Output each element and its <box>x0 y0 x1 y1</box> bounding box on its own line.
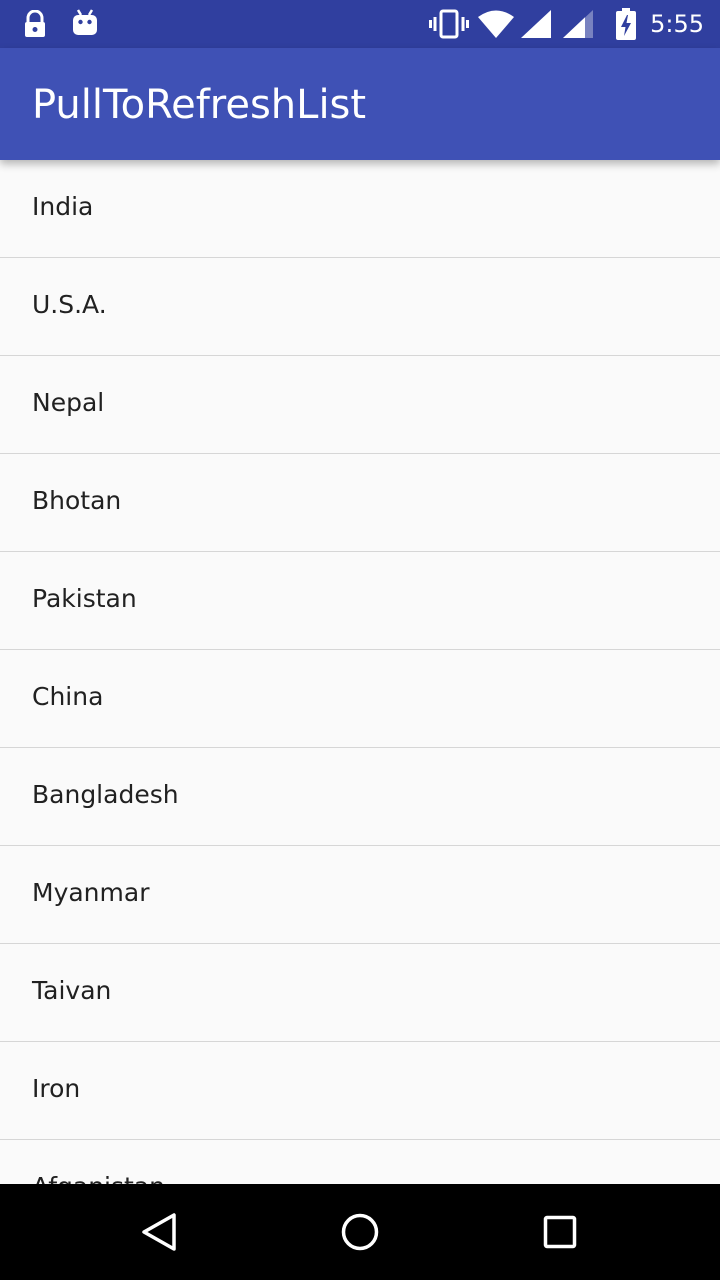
list-item[interactable]: India <box>0 160 720 258</box>
list-item[interactable]: Nepal <box>0 356 720 454</box>
home-icon[interactable] <box>332 1204 388 1260</box>
navigation-bar <box>0 1184 720 1280</box>
list-item-label: Afganistan <box>32 1172 165 1184</box>
list-item-label: Iron <box>32 1074 81 1103</box>
cell-signal-2-icon <box>563 10 593 38</box>
list-item-label: India <box>32 192 94 221</box>
list-item-label: Pakistan <box>32 584 137 613</box>
list-item-label: Bhotan <box>32 486 122 515</box>
app-title: PullToRefreshList <box>32 82 367 128</box>
status-time: 5:55 <box>650 10 704 38</box>
recents-icon[interactable] <box>532 1204 588 1260</box>
list-item-label: U.S.A. <box>32 290 107 319</box>
list-item-label: Nepal <box>32 388 105 417</box>
list-item[interactable]: Afganistan <box>0 1140 720 1184</box>
cell-signal-icon <box>521 10 551 38</box>
list-item[interactable]: Bhotan <box>0 454 720 552</box>
app-bar: PullToRefreshList <box>0 48 720 160</box>
list-item[interactable]: Iron <box>0 1042 720 1140</box>
list-item-label: Myanmar <box>32 878 150 907</box>
list-item-label: Taivan <box>32 976 112 1005</box>
android-debug-icon <box>73 9 97 35</box>
battery-charging-icon <box>616 8 636 40</box>
status-bar: 5:55 <box>0 0 720 48</box>
back-icon[interactable] <box>132 1204 188 1260</box>
list-item[interactable]: China <box>0 650 720 748</box>
list-item[interactable]: Bangladesh <box>0 748 720 846</box>
country-list[interactable]: India U.S.A. Nepal Bhotan Pakistan China… <box>0 160 720 1184</box>
list-item[interactable]: Taivan <box>0 944 720 1042</box>
list-item[interactable]: U.S.A. <box>0 258 720 356</box>
list-item-label: Bangladesh <box>32 780 179 809</box>
vibrate-icon <box>429 9 469 39</box>
wifi-icon <box>478 10 514 38</box>
lock-icon <box>25 10 45 37</box>
list-item[interactable]: Pakistan <box>0 552 720 650</box>
list-item-label: China <box>32 682 104 711</box>
list-item[interactable]: Myanmar <box>0 846 720 944</box>
